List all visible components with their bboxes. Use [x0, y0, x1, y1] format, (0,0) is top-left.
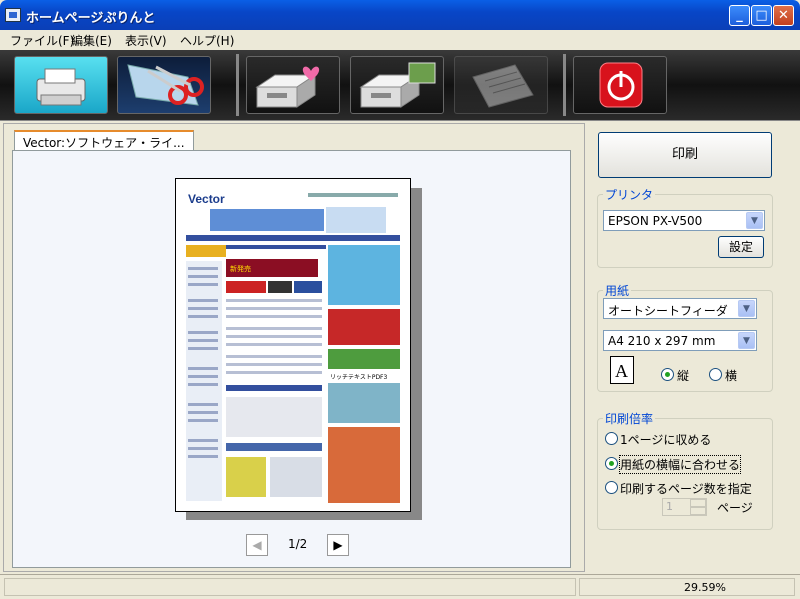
web-page-thumbnail: Vector 新発売 リッチテキストPDF3 — [186, 192, 400, 503]
pages-suffix: ページ — [717, 501, 753, 515]
paper-source-select[interactable]: オートシートフィーダ ▼ — [603, 298, 757, 319]
window-title: ホームページぷりんと — [26, 11, 156, 26]
tray-image-icon — [359, 62, 436, 108]
zoom-level: 29.59% — [684, 581, 726, 594]
printer-group-label: プリンタ — [603, 186, 656, 203]
power-icon — [599, 62, 643, 108]
chevron-down-icon[interactable]: ▼ — [746, 212, 763, 229]
chevron-down-icon[interactable]: ▼ — [738, 332, 755, 349]
landscape-label: 横 — [725, 369, 738, 383]
stepper-down-button[interactable] — [690, 507, 706, 515]
thumb-product: リッチテキストPDF3 — [330, 374, 388, 381]
tray-heart-icon — [255, 66, 320, 108]
tab-page[interactable]: Vector:ソフトウェア・ライ... — [14, 130, 194, 150]
status-zoom-cell: 29.59% — [579, 578, 795, 596]
menu-help[interactable]: ヘルプ(H) — [180, 32, 234, 49]
menu-bar: ファイル(F) 編集(E) 表示(V) ヘルプ(H) — [0, 30, 800, 50]
app-icon — [5, 8, 21, 22]
pages-stepper[interactable]: 1 — [662, 498, 707, 516]
print-tool-button[interactable] — [14, 56, 108, 114]
close-button[interactable]: ✕ — [773, 5, 794, 26]
clip-tool-button[interactable] — [117, 56, 211, 114]
pages-stepper-value: 1 — [666, 500, 673, 513]
toolbar-separator — [563, 54, 566, 116]
svg-text:新発売: 新発売 — [230, 264, 251, 273]
printer-select-value: EPSON PX-V500 — [608, 214, 703, 228]
paper-size-value: A4 210 x 297 mm — [608, 334, 716, 348]
stepper-up-button[interactable] — [690, 499, 706, 507]
fit-width-label: 用紙の横幅に合わせる — [618, 455, 742, 474]
page-thumbnail: Vector 新発売 リッチテキストPDF3 — [175, 178, 411, 512]
fit-width-radio[interactable] — [605, 457, 618, 470]
print-button[interactable]: 印刷 — [598, 132, 772, 178]
printer-icon — [36, 68, 86, 106]
paper-source-value: オートシートフィーダ — [608, 304, 728, 318]
paper-size-select[interactable]: A4 210 x 297 mm ▼ — [603, 330, 757, 351]
next-page-button[interactable]: ▶ — [327, 534, 349, 556]
page-indicator: 1/2 — [288, 537, 308, 551]
maximize-button[interactable]: □ — [751, 5, 772, 26]
printer-settings-button[interactable]: 設定 — [718, 236, 764, 258]
scissors-icon — [127, 64, 204, 106]
paper-group-label: 用紙 — [603, 282, 632, 299]
page-count-radio[interactable] — [605, 481, 618, 494]
page-count-label: 印刷するページ数を指定 — [620, 482, 752, 496]
portrait-radio[interactable] — [661, 368, 674, 381]
landscape-radio[interactable] — [709, 368, 722, 381]
menu-file[interactable]: ファイル(F) — [10, 32, 74, 49]
title-bar: ホームページぷりんと _ □ ✕ — [0, 0, 800, 30]
orientation-icon: A — [610, 356, 634, 384]
document-tool-button[interactable] — [454, 56, 548, 114]
printer-select[interactable]: EPSON PX-V500 ▼ — [603, 210, 765, 231]
scale-group-label: 印刷倍率 — [603, 410, 656, 427]
menu-edit[interactable]: 編集(E) — [71, 32, 112, 49]
menu-view[interactable]: 表示(V) — [125, 32, 167, 49]
fit-one-page-label: 1ページに収める — [620, 433, 712, 447]
portrait-label: 縦 — [677, 369, 690, 383]
toolbar-separator — [236, 54, 239, 116]
status-message — [4, 578, 576, 596]
orientation-icon-letter: A — [615, 361, 628, 381]
prev-page-button[interactable]: ◀ — [246, 534, 268, 556]
favorite-tray-button[interactable] — [246, 56, 340, 114]
status-bar: 29.59% — [0, 574, 800, 599]
toolbar — [0, 50, 800, 121]
image-tray-button[interactable] — [350, 56, 444, 114]
thumb-logo: Vector — [188, 192, 225, 206]
chevron-down-icon[interactable]: ▼ — [738, 300, 755, 317]
power-button[interactable] — [573, 56, 667, 114]
fit-one-page-radio[interactable] — [605, 432, 618, 445]
document-icon — [472, 64, 534, 108]
minimize-button[interactable]: _ — [729, 5, 750, 26]
